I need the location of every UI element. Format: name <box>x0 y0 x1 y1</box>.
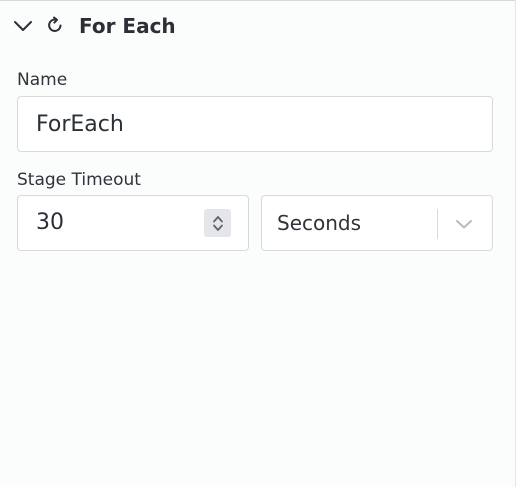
dropdown-chevron-icon[interactable] <box>454 215 474 233</box>
timeout-unit-select[interactable]: Seconds <box>261 195 493 251</box>
stage-header: For Each <box>0 1 515 51</box>
stage-timeout-input[interactable]: 30 <box>17 195 249 251</box>
timeout-stepper[interactable] <box>204 209 231 237</box>
select-separator <box>437 209 438 239</box>
collapse-toggle[interactable] <box>12 16 34 36</box>
stepper-up-icon[interactable] <box>212 214 224 223</box>
timeout-unit-value[interactable]: Seconds <box>277 210 361 236</box>
stepper-down-icon[interactable] <box>212 223 224 232</box>
loop-icon <box>45 15 65 35</box>
stage-title: For Each <box>79 14 176 38</box>
name-input-value[interactable]: ForEach <box>36 112 124 138</box>
stage-timeout-label: Stage Timeout <box>17 170 141 190</box>
stage-timeout-value[interactable]: 30 <box>36 210 64 236</box>
chevron-down-icon[interactable] <box>13 20 33 32</box>
name-input[interactable]: ForEach <box>17 96 493 152</box>
name-label: Name <box>17 70 68 90</box>
